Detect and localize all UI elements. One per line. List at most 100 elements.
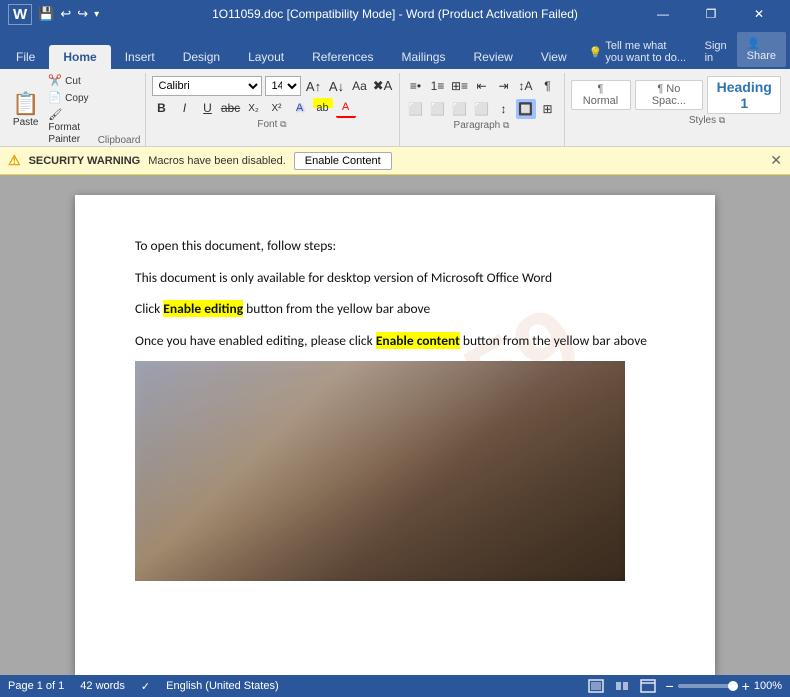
share-icon: 👤	[747, 38, 761, 50]
align-left-button[interactable]: ⬜	[406, 99, 426, 119]
paragraph-4: Once you have enabled editing, please cl…	[135, 330, 655, 352]
font-name-select[interactable]: Calibri	[152, 76, 262, 96]
word-icon: W	[8, 4, 32, 25]
paragraph-1: To open this document, follow steps:	[135, 235, 655, 257]
zoom-level: 100%	[754, 680, 782, 692]
style-no-spacing[interactable]: ¶ No Spac...	[635, 80, 704, 110]
paste-button[interactable]: 📋 Paste	[8, 73, 43, 146]
text-highlight-button[interactable]: ab	[313, 98, 333, 118]
font-color-button[interactable]: A	[336, 98, 356, 118]
enable-content-button[interactable]: Enable Content	[294, 152, 392, 170]
close-button[interactable]: ✕	[736, 0, 782, 28]
minimize-button[interactable]: —	[640, 0, 686, 28]
strikethrough-button[interactable]: abc	[221, 98, 241, 118]
decrease-indent-button[interactable]: ⇤	[472, 76, 492, 96]
tab-home[interactable]: Home	[49, 45, 110, 69]
styles-scroll-up[interactable]: ▲	[785, 85, 790, 105]
font-group: Calibri 14 A↑ A↓ Aa ✖A B I U abc X₂ X² A…	[146, 73, 400, 146]
grow-font-button[interactable]: A↑	[304, 76, 324, 96]
content-area: 1O11059 To open this document, follow st…	[0, 175, 790, 675]
italic-button[interactable]: I	[175, 98, 195, 118]
paragraph-4-highlight: Enable content	[376, 332, 460, 349]
title-bar-controls: — ❐ ✕	[640, 0, 782, 28]
font-size-select[interactable]: 14	[265, 76, 301, 96]
read-view-button[interactable]	[613, 677, 631, 695]
justify-button[interactable]: ⬜	[472, 99, 492, 119]
sort-button[interactable]: ↕A	[516, 76, 536, 96]
font-group-label: Font ⧉	[152, 119, 393, 130]
tab-review[interactable]: Review	[459, 45, 526, 69]
tab-view[interactable]: View	[527, 45, 581, 69]
document-image	[135, 361, 625, 581]
tab-references[interactable]: References	[298, 45, 387, 69]
print-layout-view-button[interactable]	[587, 677, 605, 695]
word-count: 42 words	[80, 680, 125, 692]
text-effects-button[interactable]: A	[290, 98, 310, 118]
align-center-button[interactable]: ⬜	[428, 99, 448, 119]
restore-button[interactable]: ❐	[688, 0, 734, 28]
tab-file[interactable]: File	[2, 45, 49, 69]
increase-indent-button[interactable]: ⇥	[494, 76, 514, 96]
save-icon[interactable]: 💾	[38, 6, 54, 22]
line-spacing-button[interactable]: ↕	[494, 99, 514, 119]
language: English (United States)	[166, 680, 279, 692]
borders-button[interactable]: ⊞	[538, 99, 558, 119]
zoom-bar: − + 100%	[665, 678, 782, 694]
zoom-thumb	[728, 681, 738, 691]
underline-button[interactable]: U	[198, 98, 218, 118]
shrink-font-button[interactable]: A↓	[327, 76, 347, 96]
status-bar-right: − + 100%	[587, 677, 782, 695]
bullets-button[interactable]: ≡•	[406, 76, 426, 96]
paragraph-3-after: button from the yellow bar above	[243, 300, 430, 317]
security-label: SECURITY WARNING	[29, 155, 141, 167]
tab-layout[interactable]: Layout	[234, 45, 298, 69]
undo-icon[interactable]: ↩	[60, 6, 71, 22]
redo-icon[interactable]: ↪	[77, 6, 88, 22]
superscript-button[interactable]: X²	[267, 98, 287, 118]
numbering-button[interactable]: 1≡	[428, 76, 448, 96]
show-marks-button[interactable]: ¶	[538, 76, 558, 96]
paragraph-3-highlight: Enable editing	[163, 300, 243, 317]
web-view-button[interactable]	[639, 677, 657, 695]
page-info: Page 1 of 1	[8, 680, 64, 692]
document-area: 1O11059 To open this document, follow st…	[0, 175, 790, 675]
lightbulb-icon: 💡	[589, 46, 603, 59]
paragraph-4-before: Once you have enabled editing, please cl…	[135, 332, 376, 349]
web-view-icon	[640, 679, 656, 693]
multilevel-button[interactable]: ⊞≡	[450, 76, 470, 96]
title-bar: W 💾 ↩ ↪ ▾ 1O11059.doc [Compatibility Mod…	[0, 0, 790, 28]
zoom-out-button[interactable]: −	[665, 678, 673, 694]
read-view-icon	[614, 679, 630, 693]
paragraph-4-after: button from the yellow bar above	[460, 332, 647, 349]
align-right-button[interactable]: ⬜	[450, 99, 470, 119]
bold-button[interactable]: B	[152, 98, 172, 118]
title-bar-left: W 💾 ↩ ↪ ▾	[8, 4, 99, 25]
zoom-in-button[interactable]: +	[742, 678, 750, 694]
cut-button[interactable]: ✂️ Cut	[45, 73, 95, 88]
change-case-button[interactable]: Aa	[350, 76, 370, 96]
clipboard-right: ✂️ Cut 📄 Copy 🖌 Format Painter	[45, 73, 95, 146]
tab-design[interactable]: Design	[169, 45, 234, 69]
copy-button[interactable]: 📄 Copy	[45, 90, 95, 105]
tab-insert[interactable]: Insert	[111, 45, 169, 69]
security-close-button[interactable]: ✕	[770, 152, 782, 169]
tell-me-box[interactable]: 💡 Tell me what you want to do...	[581, 35, 695, 69]
paragraph-group: ≡• 1≡ ⊞≡ ⇤ ⇥ ↕A ¶ ⬜ ⬜ ⬜ ⬜ ↕ 🔲 ⊞ Paragrap…	[400, 73, 565, 146]
style-heading1[interactable]: Heading 1	[707, 76, 781, 114]
clear-format-button[interactable]: ✖A	[373, 76, 393, 96]
title-bar-title: 1O11059.doc [Compatibility Mode] - Word …	[212, 7, 578, 21]
subscript-button[interactable]: X₂	[244, 98, 264, 118]
sign-in-button[interactable]: Sign in	[695, 35, 737, 69]
status-bar: Page 1 of 1 42 words ✓ English (United S…	[0, 675, 790, 697]
spell-check-icon[interactable]: ✓	[141, 680, 150, 693]
dropdown-arrow[interactable]: ▾	[94, 9, 99, 20]
share-label: Share	[747, 50, 776, 62]
image-svg	[135, 361, 625, 581]
share-button[interactable]: 👤 Share	[737, 32, 786, 67]
zoom-slider[interactable]	[678, 684, 738, 688]
clipboard-group: 📋 Paste ✂️ Cut 📄 Copy 🖌 Format Painter C…	[4, 73, 146, 146]
format-painter-button[interactable]: 🖌 Format Painter	[45, 107, 95, 146]
shading-button[interactable]: 🔲	[516, 99, 536, 119]
tab-mailings[interactable]: Mailings	[387, 45, 459, 69]
style-normal[interactable]: ¶ Normal	[571, 80, 631, 110]
